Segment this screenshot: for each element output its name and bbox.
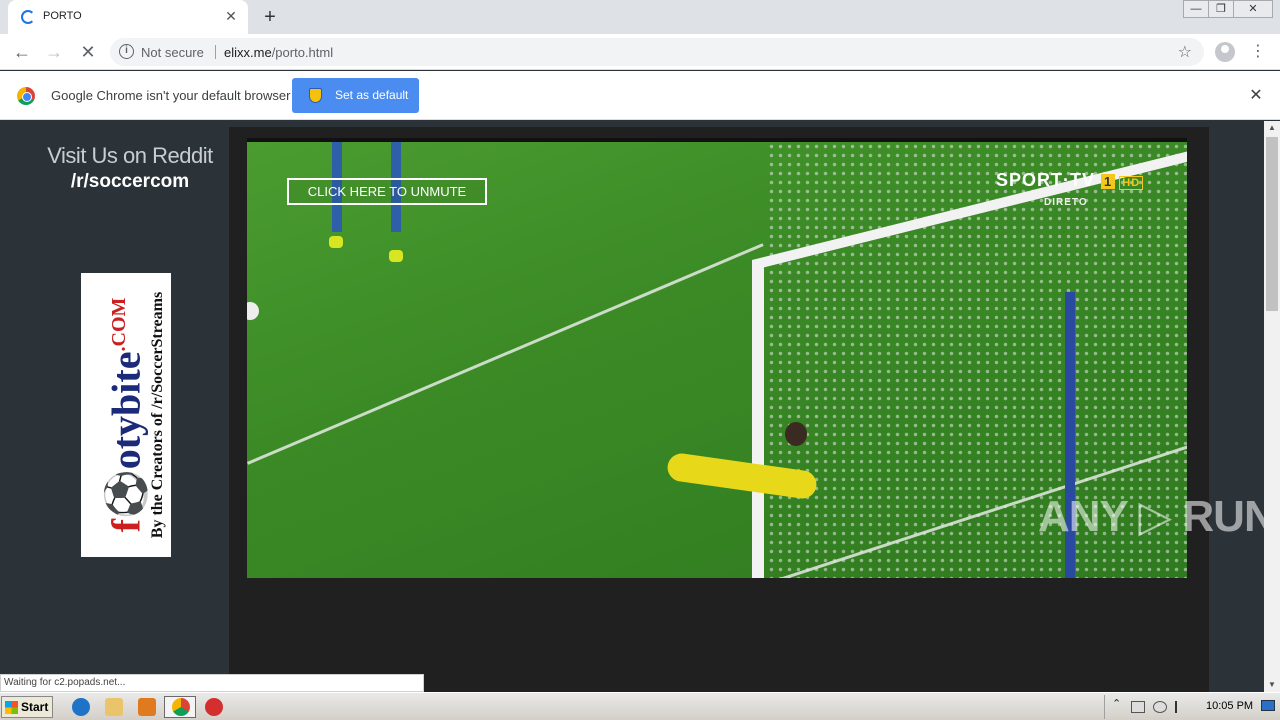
internet-explorer-icon[interactable] <box>72 698 90 716</box>
new-tab-button[interactable]: + <box>258 5 282 29</box>
uac-shield-icon <box>309 88 322 103</box>
scrollbar-thumb[interactable] <box>1266 137 1278 311</box>
ad-brand-text: f⚽otybite.COM <box>103 298 150 533</box>
profile-avatar-icon[interactable] <box>1215 42 1235 62</box>
volume-icon[interactable] <box>1153 701 1167 713</box>
page-scrollbar[interactable]: ▲ ▼ <box>1264 121 1280 692</box>
status-bubble: Waiting for c2.popads.net... <box>0 674 424 692</box>
player-boot <box>389 250 403 262</box>
loading-spinner-icon <box>21 10 35 24</box>
ad-brand-tld: .COM <box>108 297 131 352</box>
scroll-down-arrow-icon[interactable]: ▼ <box>1264 678 1280 692</box>
taskbar-chrome-button[interactable] <box>164 696 196 718</box>
set-as-default-button[interactable]: Set as default <box>292 78 419 113</box>
forward-arrow-icon[interactable]: → <box>42 40 66 64</box>
url-path: /porto.html <box>271 45 334 60</box>
anyrun-watermark: ANY ▷ RUN <box>1038 492 1276 541</box>
show-desktop-icon[interactable] <box>1261 700 1275 711</box>
bookmark-star-icon[interactable]: ☆ <box>1178 42 1192 62</box>
file-explorer-icon[interactable] <box>105 698 123 716</box>
goalkeeper <box>607 422 819 502</box>
hd-badge: HD <box>1119 176 1144 190</box>
reddit-subreddit-link[interactable]: /r/soccercom <box>0 171 260 193</box>
start-label: Start <box>21 700 49 714</box>
chrome-logo-icon <box>17 87 35 105</box>
action-center-flag-icon[interactable] <box>1175 701 1189 713</box>
taskbar-clock[interactable]: 10:05 PM <box>1206 700 1253 712</box>
stop-loading-icon[interactable]: ✕ <box>76 40 100 64</box>
browser-toolbar: ← → ✕ i Not secure elixx.me/porto.html ☆… <box>0 34 1280 70</box>
ad-brand-f: f <box>103 519 149 533</box>
goalkeeper-body <box>665 451 819 501</box>
channel-name: SPORT·TV <box>996 170 1096 190</box>
goal-post <box>752 260 764 578</box>
chrome-icon <box>172 698 190 716</box>
goalkeeper-head <box>785 422 807 446</box>
show-hidden-icons-icon[interactable]: ⌃ <box>1112 697 1121 710</box>
security-label[interactable]: Not secure <box>141 45 204 60</box>
info-icon[interactable]: i <box>119 44 134 59</box>
opera-icon[interactable] <box>205 698 223 716</box>
kebab-menu-icon[interactable]: ⋮ <box>1250 40 1266 64</box>
tab-close-icon[interactable]: ✕ <box>222 7 240 25</box>
channel-number: 1 <box>1101 174 1116 189</box>
media-player-icon[interactable] <box>138 698 156 716</box>
set-as-default-label: Set as default <box>335 88 409 102</box>
footybite-ad-banner[interactable]: f⚽otybite.COM By the Creators of /r/Socc… <box>81 273 171 557</box>
player-boot <box>329 236 343 248</box>
unmute-button[interactable]: CLICK HERE TO UNMUTE <box>287 178 487 205</box>
infobar-message: Google Chrome isn't your default browser <box>51 88 291 103</box>
live-label: DIRETO <box>1044 197 1088 208</box>
restore-button[interactable]: ❐ <box>1208 0 1234 18</box>
scroll-up-arrow-icon[interactable]: ▲ <box>1264 121 1280 135</box>
system-tray: ⌃ <box>1104 695 1280 719</box>
infobar-close-icon[interactable]: ✕ <box>1246 86 1266 106</box>
back-arrow-icon[interactable]: ← <box>10 40 34 64</box>
windows-flag-icon <box>5 701 18 714</box>
minimize-button[interactable]: — <box>1183 0 1209 18</box>
network-icon[interactable] <box>1131 701 1145 713</box>
address-bar[interactable]: i Not secure elixx.me/porto.html ☆ <box>110 38 1204 66</box>
ad-brand-rest: otybite <box>103 351 149 470</box>
soccer-ball-icon: ⚽ <box>103 469 149 520</box>
tab-strip: PORTO ✕ + — ❐ ✕ <box>0 0 1280 34</box>
url-domain: elixx.me <box>224 45 272 60</box>
start-button[interactable]: Start <box>1 696 53 718</box>
url-text[interactable]: elixx.me/porto.html <box>224 45 333 60</box>
window-close-button[interactable]: ✕ <box>1233 0 1273 18</box>
default-browser-infobar: Google Chrome isn't your default browser… <box>0 71 1280 120</box>
tab-title: PORTO <box>43 10 82 22</box>
ad-tagline: By the Creators of /r/SoccerStreams <box>149 291 166 539</box>
address-separator <box>215 45 216 59</box>
tab-porto[interactable]: PORTO ✕ <box>8 0 248 34</box>
taskbar: Start ⌃ 10:05 PM <box>0 692 1280 720</box>
reddit-promo-heading[interactable]: Visit Us on Reddit <box>0 143 260 169</box>
channel-logo: SPORT·TV 1 HD <box>996 170 1144 191</box>
